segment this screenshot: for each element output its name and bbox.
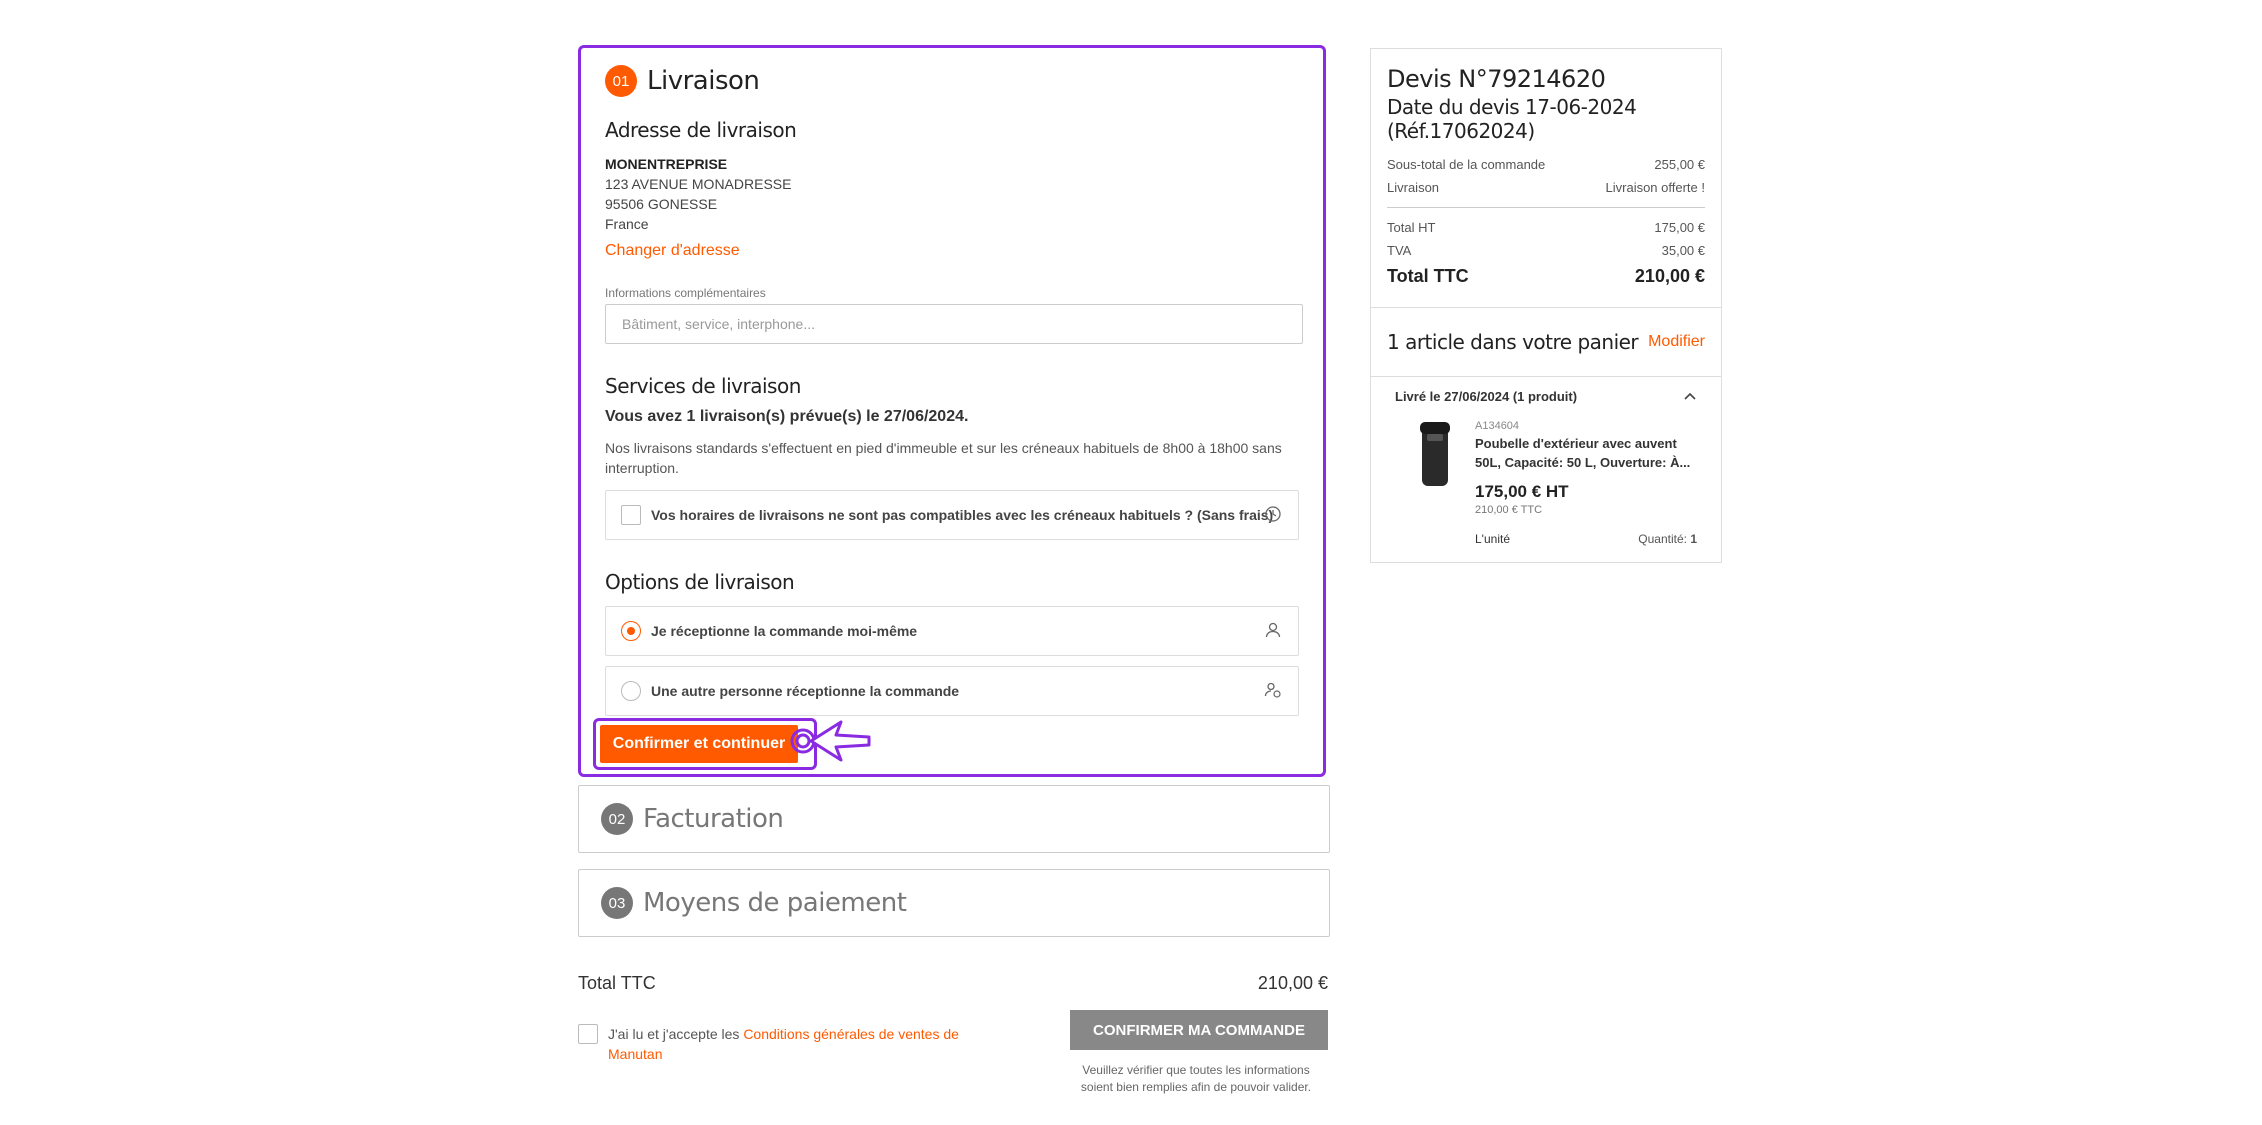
step-number: 02	[601, 803, 633, 835]
product-unit: L'unité	[1475, 532, 1510, 546]
pointer-cursor-icon	[790, 720, 871, 762]
cgv-consent: J'ai lu et j'accepte les Conditions géné…	[578, 1024, 978, 1064]
delivery-group-title: Livré le 27/06/2024 (1 produit)	[1395, 389, 1578, 404]
modify-cart-link[interactable]: Modifier	[1648, 333, 1705, 351]
delivery-description: Nos livraisons standards s'effectuent en…	[605, 440, 1282, 476]
step-facturation[interactable]: 02 Facturation	[578, 785, 1330, 853]
delivery-label: Livraison	[1387, 180, 1440, 195]
product-qty-row: L'unité Quantité: 1	[1475, 532, 1697, 546]
delivery-row: Livraison Livraison offerte !	[1387, 180, 1705, 195]
info-label: Informations complémentaires	[605, 286, 766, 300]
delivery-summary: Vous avez 1 livraison(s) prévue(s) le 27…	[605, 408, 969, 425]
cart-title: 1 article dans votre panier	[1387, 330, 1639, 354]
address-heading: Adresse de livraison	[605, 118, 797, 142]
checkout-steps: 01 Livraison Adresse de livraison MONENT…	[578, 45, 1330, 1110]
schedule-checkbox[interactable]	[621, 505, 641, 525]
option-self-label: Je réceptionne la commande moi-même	[651, 623, 918, 639]
delivery-group: Livré le 27/06/2024 (1 produit) A134604 …	[1371, 377, 1721, 562]
order-total-value: 210,00 €	[1257, 973, 1328, 993]
step-header: 01 Livraison	[605, 58, 1299, 104]
confirm-order-note: Veuillez vérifier que toutes les informa…	[1080, 1063, 1312, 1094]
subtotal-label: Sous-total de la commande	[1387, 157, 1546, 172]
ht-label: Total HT	[1387, 220, 1436, 235]
schedule-option[interactable]: Vos horaires de livraisons ne sont pas c…	[605, 490, 1299, 540]
confirm-highlight: Confirmer et continuer	[593, 718, 817, 770]
product-qty: Quantité: 1	[1638, 532, 1697, 546]
confirm-order-button[interactable]: CONFIRMER MA COMMANDE	[1070, 1010, 1328, 1050]
product-name[interactable]: Poubelle d'extérieur avec auvent 50L, Ca…	[1475, 434, 1697, 472]
step-number: 01	[605, 65, 637, 97]
product-ref: A134604	[1475, 420, 1520, 432]
subtotal-row: Sous-total de la commande 255,00 €	[1387, 157, 1705, 172]
services-heading: Services de livraison	[605, 374, 801, 398]
ttc-row: Total TTC 210,00 €	[1387, 266, 1705, 287]
option-self[interactable]: Je réceptionne la commande moi-même	[605, 606, 1299, 656]
tva-value: 35,00 €	[1661, 243, 1705, 258]
cart-product: A134604 Poubelle d'extérieur avec auvent…	[1395, 420, 1697, 546]
ttc-label: Total TTC	[1387, 266, 1469, 286]
quote-number: Devis N°79214620	[1387, 65, 1606, 93]
address-country: France	[605, 216, 649, 232]
change-address-link[interactable]: Changer d'adresse	[605, 242, 1299, 260]
address-street: 123 AVENUE MONADRESSE	[605, 176, 792, 192]
order-actions: J'ai lu et j'accepte les Conditions géné…	[578, 1010, 1328, 1110]
cgv-text: J'ai lu et j'accepte les Conditions géné…	[608, 1024, 978, 1064]
address-city: 95506 GONESSE	[605, 196, 718, 212]
step-title: Moyens de paiement	[643, 888, 907, 918]
step-title: Facturation	[643, 804, 784, 834]
option-self-radio[interactable]	[621, 621, 641, 641]
cgv-prefix: J'ai lu et j'accepte les	[608, 1026, 744, 1042]
schedule-option-label: Vos horaires de livraisons ne sont pas c…	[651, 507, 1274, 523]
step-number: 03	[601, 887, 633, 919]
user-swap-icon	[1264, 681, 1282, 702]
chevron-up-icon[interactable]	[1683, 389, 1697, 404]
address-company: MONENTREPRISE	[605, 156, 728, 172]
ht-value: 175,00 €	[1654, 220, 1705, 235]
step-paiement[interactable]: 03 Moyens de paiement	[578, 869, 1330, 937]
delivery-value: Livraison offerte !	[1605, 180, 1705, 195]
option-other[interactable]: Une autre personne réceptionne la comman…	[605, 666, 1299, 716]
qty-value: 1	[1690, 532, 1697, 546]
options-heading: Options de livraison	[605, 570, 795, 594]
cart-header: 1 article dans votre panier Modifier	[1371, 308, 1721, 377]
delivery-group-header[interactable]: Livré le 27/06/2024 (1 produit)	[1395, 389, 1697, 404]
tva-label: TVA	[1387, 243, 1412, 258]
info-input[interactable]	[605, 304, 1303, 344]
order-total-label: Total TTC	[578, 973, 656, 993]
step-livraison: 01 Livraison Adresse de livraison MONENT…	[578, 45, 1326, 777]
confirm-continue-button[interactable]: Confirmer et continuer	[600, 725, 798, 763]
delivery-address: MONENTREPRISE 123 AVENUE MONADRESSE 9550…	[605, 154, 1299, 234]
ht-row: Total HT 175,00 €	[1387, 220, 1705, 235]
ttc-value: 210,00 €	[1634, 266, 1705, 286]
qty-label: Quantité:	[1638, 532, 1691, 546]
product-price-ttc: 210,00 € TTC	[1475, 504, 1543, 516]
option-other-label: Une autre personne réceptionne la comman…	[651, 683, 960, 699]
order-total: Total TTC 210,00 €	[578, 973, 1328, 994]
clock-icon	[1264, 505, 1282, 526]
order-summary-panel: Devis N°79214620 Date du devis 17-06-202…	[1370, 48, 1722, 563]
product-info: A134604 Poubelle d'extérieur avec auvent…	[1475, 420, 1697, 546]
subtotal-value: 255,00 €	[1654, 157, 1705, 172]
user-icon	[1264, 621, 1282, 642]
quote-date: Date du devis 17-06-2024 (Réf.17062024)	[1387, 95, 1637, 143]
quote-summary: Devis N°79214620 Date du devis 17-06-202…	[1371, 49, 1721, 308]
option-other-radio[interactable]	[621, 681, 641, 701]
cgv-checkbox[interactable]	[578, 1024, 598, 1044]
step-title: Livraison	[647, 66, 760, 96]
divider	[1387, 207, 1705, 208]
product-image	[1395, 420, 1475, 546]
product-price: 175,00 € HT	[1475, 482, 1569, 501]
tva-row: TVA 35,00 €	[1387, 243, 1705, 258]
